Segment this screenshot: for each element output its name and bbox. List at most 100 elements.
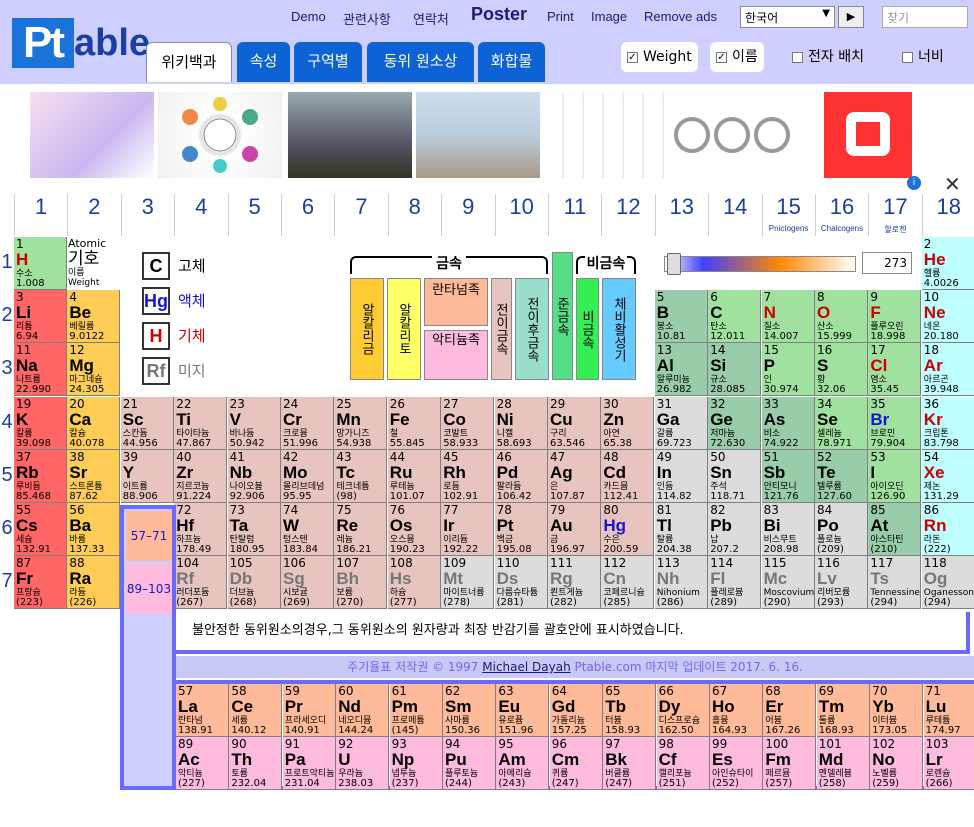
category-transition[interactable]: 전이금속 bbox=[491, 278, 512, 380]
element-Au[interactable]: 79 Au 금 196.97 bbox=[548, 503, 601, 556]
element-Fl[interactable]: 114 Fl 플레로븀 (289) bbox=[708, 556, 762, 610]
element-Rb[interactable]: 37 Rb 루비듐 85.468 bbox=[14, 449, 67, 503]
group-number-3[interactable]: 3 bbox=[120, 194, 174, 236]
group-number-6[interactable]: 6 bbox=[281, 194, 334, 236]
element-Na[interactable]: 11 Na 나트륨 22.990 bbox=[14, 343, 67, 397]
element-V[interactable]: 23 V 바나듐 50.942 bbox=[227, 396, 281, 450]
element-Pu[interactable]: 94 Pu 플루토늄 (244) bbox=[443, 737, 496, 790]
element-Cf[interactable]: 98 Cf 캘리포늄 (251) bbox=[656, 737, 710, 790]
element-Hg[interactable]: 80 Hg 수은 200.59 bbox=[601, 503, 655, 556]
element-Os[interactable]: 76 Os 오스뮴 190.23 bbox=[387, 503, 441, 556]
element-N[interactable]: 7 N 질소 14.007 bbox=[761, 290, 815, 344]
element-Sr[interactable]: 38 Sr 스트론튬 87.62 bbox=[67, 449, 121, 503]
group-number-2[interactable]: 2 bbox=[67, 194, 120, 236]
ad-image-people[interactable] bbox=[30, 92, 154, 178]
toggle-name[interactable]: ✓ 이름 bbox=[710, 42, 764, 72]
element-Cu[interactable]: 29 Cu 구리 63.546 bbox=[548, 396, 601, 450]
category-alkali[interactable]: 알칼리금 bbox=[350, 278, 384, 380]
element-Ca[interactable]: 20 Ca 칼슘 40.078 bbox=[67, 396, 121, 450]
group-number-7[interactable]: 7 bbox=[334, 194, 387, 236]
ad-image-infographic[interactable] bbox=[158, 92, 282, 178]
element-Te[interactable]: 52 Te 텔루륨 127.60 bbox=[815, 449, 868, 503]
element-Yb[interactable]: 70 Yb 이터븀 173.05 bbox=[870, 684, 924, 737]
period-number-5[interactable]: 5 bbox=[0, 464, 14, 487]
group-number-5[interactable]: 5 bbox=[227, 194, 281, 236]
element-I[interactable]: 53 I 아이오딘 126.90 bbox=[868, 449, 922, 503]
element-Ge[interactable]: 32 Ge 저마늄 72.630 bbox=[708, 396, 762, 450]
category-metalloid[interactable]: 준금속 bbox=[552, 252, 573, 380]
element-Pb[interactable]: 82 Pb 납 207.2 bbox=[708, 503, 762, 556]
element-Gd[interactable]: 64 Gd 가돌리늄 157.25 bbox=[549, 684, 603, 737]
element-Es[interactable]: 99 Es 아인슈타이 (252) bbox=[710, 737, 763, 790]
link-image[interactable]: Image bbox=[591, 9, 627, 24]
group-number-12[interactable]: 12 bbox=[601, 194, 654, 236]
link-contact[interactable]: 연락처 bbox=[413, 9, 449, 28]
category-alkaline[interactable]: 알칼리토 bbox=[387, 278, 421, 380]
element-Tb[interactable]: 65 Tb 터븀 158.93 bbox=[603, 684, 657, 737]
link-poster[interactable]: Poster bbox=[471, 4, 527, 25]
element-Og[interactable]: 118 Og Oganesson (294) bbox=[921, 556, 974, 610]
element-Sn[interactable]: 50 Sn 주석 118.71 bbox=[708, 449, 762, 503]
element-Zn[interactable]: 30 Zn 아연 65.38 bbox=[601, 396, 655, 450]
element-Cm[interactable]: 96 Cm 퀴륨 (247) bbox=[549, 737, 603, 790]
close-icon[interactable]: ✕ bbox=[944, 172, 961, 196]
element-C[interactable]: 6 C 탄소 12.011 bbox=[708, 290, 762, 344]
element-Tl[interactable]: 81 Tl 탈륨 204.38 bbox=[654, 503, 708, 556]
element-Ac[interactable]: 89 Ac 악티늄 (227) bbox=[176, 737, 229, 790]
element-Ne[interactable]: 10 Ne 네온 20.180 bbox=[921, 290, 974, 344]
element-Er[interactable]: 68 Er 어븀 167.26 bbox=[763, 684, 817, 737]
element-At[interactable]: 85 At 아스타틴 (210) bbox=[868, 503, 922, 556]
group-number-16[interactable]: 16 Chalcogens bbox=[815, 194, 868, 236]
element-Mg[interactable]: 12 Mg 마그네슘 24.305 bbox=[67, 343, 121, 397]
element-Se[interactable]: 34 Se 셀레늄 78.971 bbox=[815, 396, 868, 450]
element-He[interactable]: 2 He 헬륨 4.0026 bbox=[921, 237, 974, 290]
element-Cl[interactable]: 17 Cl 염소 35.45 bbox=[868, 343, 922, 397]
element-U[interactable]: 92 U 우라늄 238.03 bbox=[336, 737, 390, 790]
group-number-11[interactable]: 11 bbox=[548, 194, 601, 236]
tab-blocks[interactable]: 구역별 bbox=[294, 42, 362, 82]
element-Br[interactable]: 35 Br 브로민 79.904 bbox=[868, 396, 922, 450]
link-remove-ads[interactable]: Remove ads bbox=[644, 9, 717, 24]
element-La[interactable]: 57 La 란타넘 138.91 bbox=[176, 684, 229, 737]
element-W[interactable]: 74 W 텅스텐 183.84 bbox=[281, 503, 334, 556]
element-Nh[interactable]: 113 Nh Nihonium (286) bbox=[654, 556, 708, 610]
element-Pd[interactable]: 46 Pd 팔라듐 106.42 bbox=[494, 449, 548, 503]
element-Ho[interactable]: 67 Ho 홀뮴 164.93 bbox=[710, 684, 763, 737]
link-demo[interactable]: Demo bbox=[291, 9, 326, 24]
element-Al[interactable]: 13 Al 알루미늄 26.982 bbox=[654, 343, 708, 397]
element-Pa[interactable]: 91 Pa 프로트악티늄 231.04 bbox=[282, 737, 336, 790]
element-O[interactable]: 8 O 산소 15.999 bbox=[815, 290, 868, 344]
element-Ti[interactable]: 22 Ti 타이타늄 47.867 bbox=[174, 396, 228, 450]
group-number-9[interactable]: 9 bbox=[441, 194, 494, 236]
group-number-4[interactable]: 4 bbox=[174, 194, 227, 236]
period-number-1[interactable]: 1 bbox=[0, 251, 14, 274]
element-Th[interactable]: 90 Th 토륨 232.04 bbox=[229, 737, 283, 790]
element-Xe[interactable]: 54 Xe 제논 131.29 bbox=[921, 449, 974, 503]
element-Ni[interactable]: 28 Ni 니켈 58.693 bbox=[494, 396, 548, 450]
element-No[interactable]: 102 No 노벨륨 (259) bbox=[870, 737, 924, 790]
element-Lv[interactable]: 116 Lv 리버모륨 (293) bbox=[815, 556, 868, 610]
element-Ag[interactable]: 47 Ag 은 107.87 bbox=[548, 449, 601, 503]
element-Ba[interactable]: 56 Ba 바륨 137.33 bbox=[67, 503, 121, 556]
element-Rf[interactable]: 104 Rf 러더포듐 (267) bbox=[174, 556, 228, 610]
link-related[interactable]: 관련사항 bbox=[343, 9, 391, 28]
element-Bk[interactable]: 97 Bk 버클륨 (247) bbox=[603, 737, 657, 790]
author-link[interactable]: Michael Dayah bbox=[482, 660, 570, 674]
lanthanide-range[interactable]: 57–71 bbox=[126, 511, 172, 561]
element-Eu[interactable]: 63 Eu 유로퓸 151.96 bbox=[496, 684, 550, 737]
element-Lr[interactable]: 103 Lr 로렌슘 (266) bbox=[923, 737, 974, 790]
element-Rn[interactable]: 86 Rn 라돈 (222) bbox=[921, 503, 974, 556]
ad-banner[interactable]: i ✕ bbox=[0, 84, 974, 196]
group-number-18[interactable]: 18 bbox=[921, 194, 974, 236]
period-number-4[interactable]: 4 bbox=[0, 411, 14, 434]
element-Ra[interactable]: 88 Ra 라듐 (226) bbox=[67, 556, 121, 610]
element-Ta[interactable]: 73 Ta 탄탈럼 180.95 bbox=[227, 503, 281, 556]
group-number-14[interactable]: 14 bbox=[708, 194, 761, 236]
element-Co[interactable]: 27 Co 코발트 58.933 bbox=[441, 396, 495, 450]
tab-compounds[interactable]: 화합물 bbox=[478, 42, 545, 82]
element-Ru[interactable]: 44 Ru 루테늄 101.07 bbox=[387, 449, 441, 503]
tab-isotopes[interactable]: 동위 원소상 bbox=[367, 42, 474, 82]
search-input[interactable]: 찾기 bbox=[882, 6, 968, 28]
ad-image-steps[interactable] bbox=[670, 92, 798, 178]
element-Mt[interactable]: 109 Mt 마이트너륨 (278) bbox=[441, 556, 495, 610]
